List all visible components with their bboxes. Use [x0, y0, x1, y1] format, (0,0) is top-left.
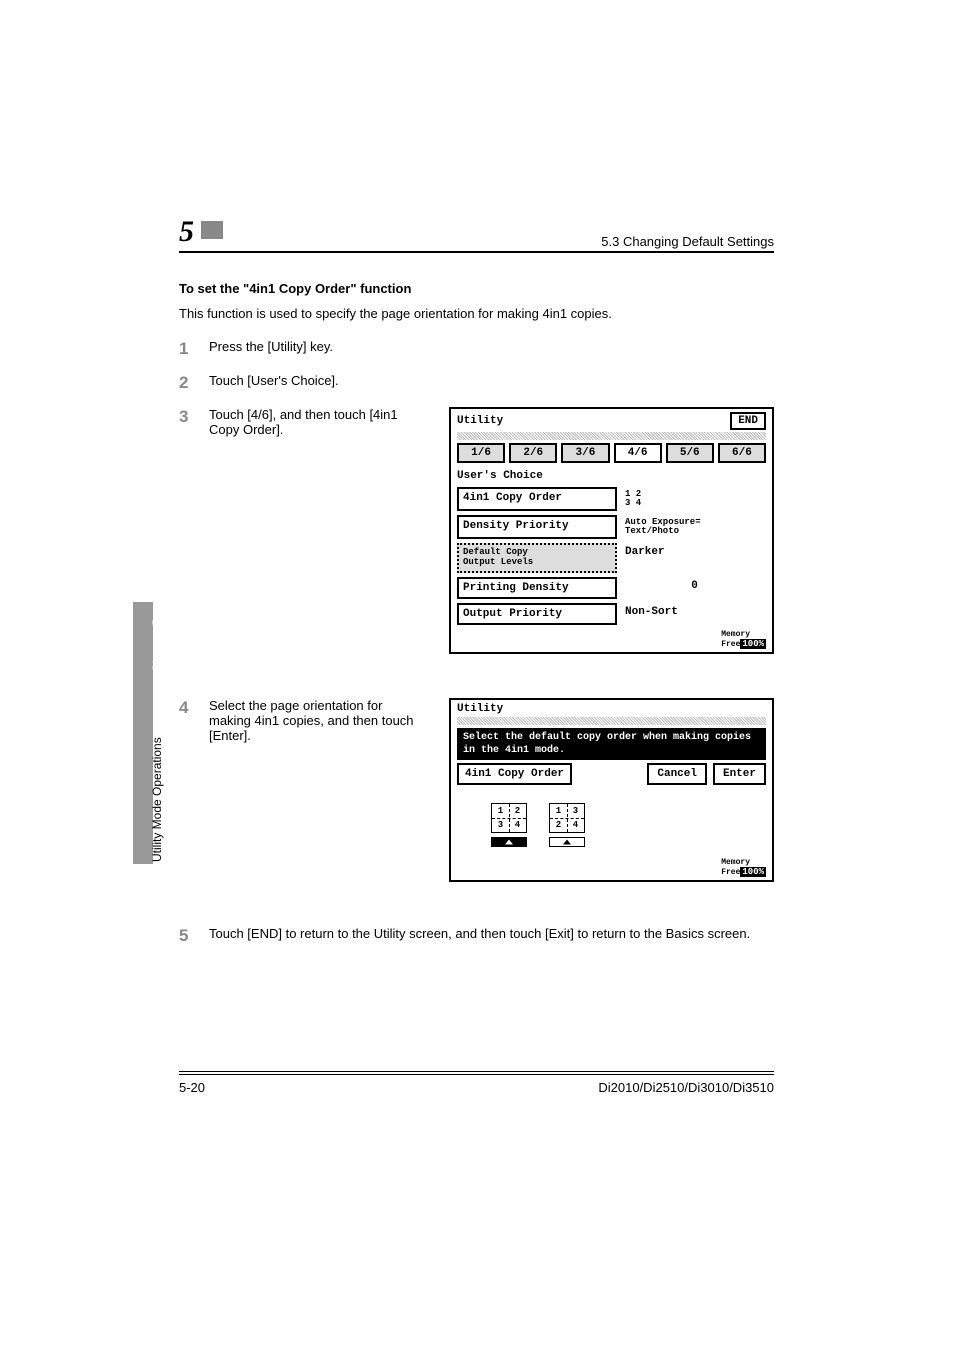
chapter-decor-box: [201, 221, 223, 239]
grid-cell: 2: [550, 818, 567, 832]
page-header: 5 5.3 Changing Default Settings: [179, 215, 774, 253]
header-section-title: 5.3 Changing Default Settings: [601, 234, 774, 249]
grid-cell: 4: [567, 818, 584, 832]
footer-rule: [179, 1074, 774, 1075]
step-number: 4: [179, 698, 209, 882]
tab-3-6[interactable]: 3/6: [561, 443, 609, 463]
setting-value: 1 2 3 4: [623, 487, 766, 511]
chapter-number: 5: [179, 215, 195, 249]
copy-order-label-button[interactable]: 4in1 Copy Order: [457, 763, 572, 785]
utility-panel-2: Utility Select the default copy order wh…: [449, 698, 774, 882]
panel-instruction-banner: Select the default copy order when makin…: [457, 728, 766, 760]
step-2: 2 Touch [User's Choice].: [179, 373, 774, 393]
grid-cell: 3: [567, 804, 584, 818]
panel-title: Utility: [457, 415, 503, 427]
memory-free: Memory Free100%: [721, 857, 766, 877]
panel-tabs: 1/6 2/6 3/6 4/6 5/6 6/6: [451, 443, 772, 467]
step-number: 5: [179, 926, 209, 946]
section-description: This function is used to specify the pag…: [179, 306, 774, 321]
setting-value: Auto Exposure= Text/Photo: [623, 515, 766, 539]
side-chapter-label: Chapter 5: [150, 619, 164, 672]
layout-option-1234[interactable]: 1 2 3 4: [491, 803, 527, 847]
step-text: Touch [END] to return to the Utility scr…: [209, 926, 774, 941]
step-3: 3 Touch [4/6], and then touch [4in1 Copy…: [179, 407, 774, 654]
end-button[interactable]: END: [730, 412, 766, 430]
step-text: Select the page orientation for making 4…: [209, 698, 424, 743]
step-5: 5 Touch [END] to return to the Utility s…: [179, 926, 774, 946]
setting-output-priority[interactable]: Output Priority: [457, 603, 617, 625]
panel-shade: [457, 717, 766, 725]
panel-subhead: User's Choice: [451, 467, 772, 485]
setting-default-copy-output[interactable]: Default Copy Output Levels: [457, 543, 617, 573]
step-1: 1 Press the [Utility] key.: [179, 339, 774, 359]
tab-4-6[interactable]: 4/6: [614, 443, 662, 463]
grid-cell: 4: [509, 818, 526, 832]
setting-value: Non-Sort: [623, 603, 766, 625]
step-text: Touch [4/6], and then touch [4in1 Copy O…: [209, 407, 424, 437]
step-text: Touch [User's Choice].: [209, 373, 774, 388]
setting-value: 0: [623, 577, 766, 599]
step-text: Press the [Utility] key.: [209, 339, 774, 354]
footer-rule: [179, 1071, 774, 1072]
step-number: 2: [179, 373, 209, 393]
setting-printing-density[interactable]: Printing Density: [457, 577, 617, 599]
panel-shade: [457, 432, 766, 440]
enter-button[interactable]: Enter: [713, 763, 766, 785]
panel-title: Utility: [457, 703, 503, 715]
layout-selector-inactive[interactable]: [549, 837, 585, 847]
step-number: 3: [179, 407, 209, 654]
grid-cell: 2: [509, 804, 526, 818]
grid-cell: 3: [492, 818, 509, 832]
layout-option-1324[interactable]: 1 3 2 4: [549, 803, 585, 847]
memory-free: Memory Free100%: [721, 629, 766, 649]
tab-1-6[interactable]: 1/6: [457, 443, 505, 463]
side-mode-label: Utility Mode Operations: [150, 737, 164, 862]
setting-value: Darker: [623, 543, 766, 573]
section-title: To set the "4in1 Copy Order" function: [179, 281, 774, 296]
step-4: 4 Select the page orientation for making…: [179, 698, 774, 882]
footer-page-number: 5-20: [179, 1080, 205, 1095]
setting-density-priority[interactable]: Density Priority: [457, 515, 617, 539]
step-number: 1: [179, 339, 209, 359]
tab-2-6[interactable]: 2/6: [509, 443, 557, 463]
footer-model: Di2010/Di2510/Di3010/Di3510: [598, 1080, 774, 1095]
setting-4in1-copy-order[interactable]: 4in1 Copy Order: [457, 487, 617, 511]
grid-cell: 1: [550, 804, 567, 818]
utility-panel-1: Utility END 1/6 2/6 3/6 4/6 5/6 6/6: [449, 407, 774, 654]
tab-6-6[interactable]: 6/6: [718, 443, 766, 463]
layout-selector-active[interactable]: [491, 837, 527, 847]
cancel-button[interactable]: Cancel: [647, 763, 707, 785]
tab-5-6[interactable]: 5/6: [666, 443, 714, 463]
grid-cell: 1: [492, 804, 509, 818]
